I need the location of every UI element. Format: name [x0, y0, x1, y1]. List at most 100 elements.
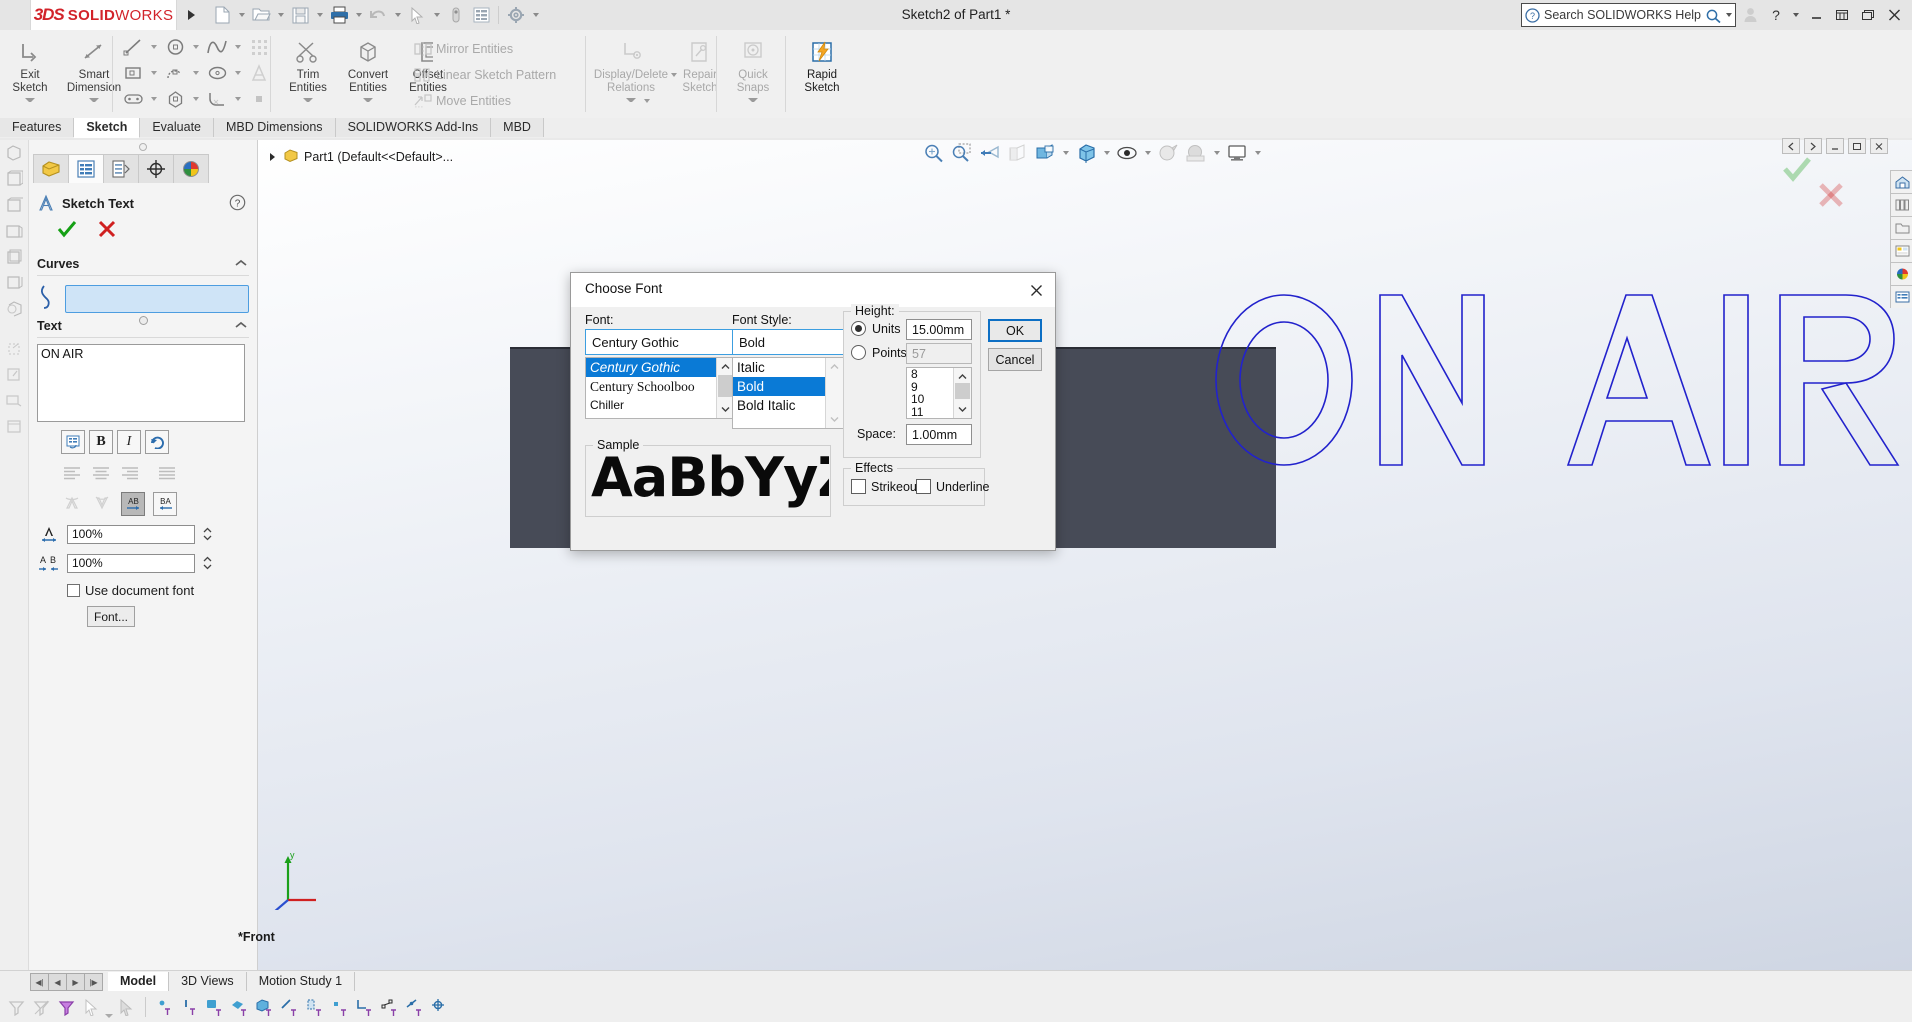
tab-motion-study[interactable]: Motion Study 1	[247, 972, 355, 991]
filter-edges-icon[interactable]	[177, 994, 201, 1020]
select-dropdown-icon[interactable]	[104, 993, 114, 1022]
quick-snaps-button[interactable]: Quick Snaps	[723, 30, 783, 106]
fillet-dropdown-icon[interactable]	[232, 87, 244, 111]
new-doc-icon[interactable]	[210, 2, 234, 28]
scroll-down-icon[interactable]	[826, 411, 843, 428]
polygon-dropdown-icon[interactable]	[190, 87, 202, 111]
graphics-area[interactable]: Part1 (Default<<Default>...	[258, 140, 1912, 970]
menu-expander-icon[interactable]	[182, 5, 200, 25]
sketch-pattern-icon[interactable]	[246, 35, 272, 59]
spline-dropdown-icon[interactable]	[232, 35, 244, 59]
undo-arrow-icon[interactable]	[366, 2, 390, 28]
spacing-factor-input[interactable]: 100%	[67, 554, 195, 573]
flip-vertical-alt-button[interactable]	[91, 492, 113, 514]
search-dropdown-icon[interactable]	[1726, 13, 1732, 17]
gear-icon[interactable]	[504, 2, 528, 28]
view-front-icon[interactable]	[0, 166, 28, 192]
accept-button[interactable]	[57, 220, 77, 241]
dialog-close-button[interactable]	[1021, 277, 1051, 303]
filter-surface-icon[interactable]	[227, 994, 251, 1020]
previous-tab-button[interactable]: ◀	[48, 973, 67, 991]
curve-selection-field[interactable]	[65, 285, 249, 313]
apply-scene-icon[interactable]	[0, 388, 28, 414]
use-document-font-checkbox[interactable]	[67, 584, 80, 597]
polygon-icon[interactable]	[162, 87, 188, 111]
arc-slot-icon[interactable]	[162, 61, 188, 85]
view-back-icon[interactable]	[0, 244, 28, 270]
font-list[interactable]: Century Gothic Century Schoolboo Chiller	[585, 357, 735, 419]
convert-entities-button[interactable]: Convert Entities	[338, 30, 398, 106]
smart-dimension-dropdown-icon[interactable]	[89, 98, 99, 106]
points-radio[interactable]: Points	[851, 345, 907, 360]
width-factor-input[interactable]: 100%	[67, 525, 195, 544]
relations-dropdown-icon[interactable]	[626, 98, 636, 106]
font-list-item[interactable]: Chiller	[586, 396, 734, 415]
filter-midpoints-icon[interactable]	[402, 994, 426, 1020]
tab-3d-views[interactable]: 3D Views	[169, 972, 247, 991]
font-name-input[interactable]: Century Gothic	[585, 329, 735, 355]
rectangle-icon[interactable]	[120, 61, 146, 85]
exit-sketch-button[interactable]: Exit Sketch	[0, 30, 60, 106]
filter-axes-icon[interactable]	[277, 994, 301, 1020]
solidworks-logo[interactable]: 3DS SOLIDWORKS	[30, 0, 177, 31]
user-account-icon[interactable]	[1738, 3, 1762, 27]
underline-checkbox-row[interactable]: Underline	[916, 479, 990, 494]
font-style-scrollbar[interactable]	[825, 358, 843, 428]
filter-sketch-icon[interactable]	[352, 994, 376, 1020]
view-bottom-icon[interactable]	[0, 270, 28, 296]
point-size-scroll-thumb[interactable]	[955, 383, 970, 399]
exit-sketch-dropdown-icon[interactable]	[25, 98, 35, 106]
spacing-factor-stepper[interactable]	[201, 554, 213, 573]
circle-icon[interactable]	[162, 35, 188, 59]
open-folder-icon[interactable]	[249, 2, 273, 28]
rectangle-dropdown-icon[interactable]	[148, 61, 160, 85]
line-dropdown-icon[interactable]	[148, 35, 160, 59]
cancel-button[interactable]	[97, 220, 117, 241]
points-value-input[interactable]: 57	[906, 343, 972, 364]
rapid-sketch-button[interactable]: Rapid Sketch	[792, 30, 852, 94]
units-value-input[interactable]: 15.00mm	[906, 319, 972, 340]
curves-header[interactable]: Curves	[37, 253, 249, 276]
tab-model[interactable]: Model	[108, 972, 169, 991]
point-size-scrollbar[interactable]	[953, 368, 971, 418]
help-dropdown-icon[interactable]	[1790, 3, 1802, 27]
text-input[interactable]: ON AIR	[37, 344, 245, 422]
options-dropdown-icon[interactable]	[529, 2, 542, 28]
new-doc-dropdown-icon[interactable]	[235, 2, 248, 28]
bold-button[interactable]: B	[89, 430, 113, 454]
point-icon[interactable]	[246, 87, 272, 111]
cancel-button[interactable]: Cancel	[988, 348, 1042, 371]
font-button[interactable]: Font...	[87, 606, 135, 627]
display-delete-relations-button[interactable]: Display/Delete Relations	[592, 30, 670, 106]
filter-points-icon[interactable]	[327, 994, 351, 1020]
align-right-button[interactable]	[119, 462, 141, 484]
property-manager-tab[interactable]	[68, 154, 104, 183]
save-dropdown-icon[interactable]	[313, 2, 326, 28]
repair-sketch-button[interactable]: Repair Sketch	[670, 30, 730, 94]
link-to-property-button[interactable]	[61, 430, 85, 454]
use-document-font-row[interactable]: Use document font	[67, 583, 249, 598]
display-manager-tab[interactable]	[173, 154, 209, 183]
rebuild-icon[interactable]	[444, 2, 468, 28]
smart-dimension-button[interactable]: Smart Dimension	[60, 30, 128, 106]
filter-vertices-icon[interactable]	[152, 994, 176, 1020]
tab-features[interactable]: Features	[0, 118, 74, 137]
convert-dropdown-icon[interactable]	[363, 98, 373, 106]
text-header[interactable]: Text	[37, 315, 249, 338]
italic-button[interactable]: I	[117, 430, 141, 454]
line-icon[interactable]	[120, 35, 146, 59]
font-list-scroll-thumb[interactable]	[718, 375, 733, 397]
tab-solidworks-addins[interactable]: SOLIDWORKS Add-Ins	[336, 118, 492, 137]
hide-show-items-icon[interactable]	[0, 336, 28, 362]
filter-on-icon[interactable]	[54, 994, 78, 1020]
strikeout-checkbox-row[interactable]: Strikeout	[851, 479, 920, 494]
sketch-text-icon[interactable]	[246, 61, 272, 85]
close-button[interactable]	[1882, 3, 1906, 27]
font-list-item[interactable]: Century Schoolboo	[586, 377, 734, 396]
printer-icon[interactable]	[327, 2, 351, 28]
tab-mbd-dimensions[interactable]: MBD Dimensions	[214, 118, 336, 137]
slot-icon[interactable]	[120, 87, 146, 111]
select-cursor-icon[interactable]	[79, 994, 103, 1020]
units-radio-circle[interactable]	[851, 321, 866, 336]
flip-horizontal-ba-button[interactable]: BA	[153, 492, 177, 516]
